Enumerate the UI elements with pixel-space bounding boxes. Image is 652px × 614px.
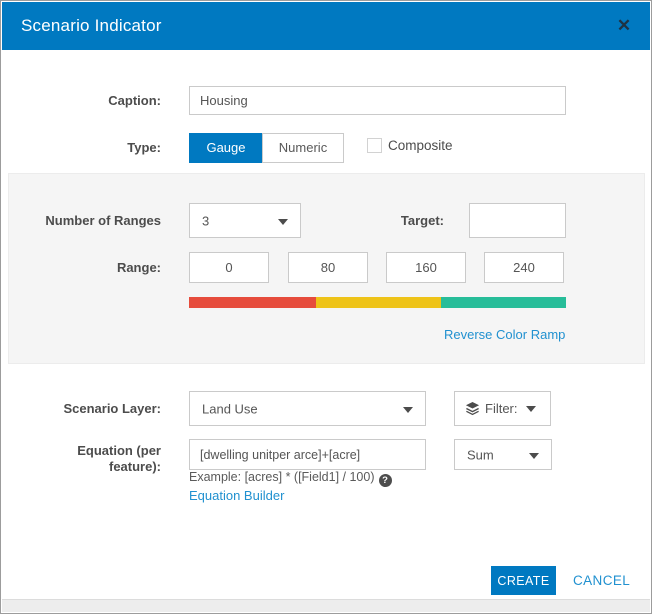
range-input-0[interactable] xyxy=(189,252,269,283)
dialog-header: Scenario Indicator ✕ xyxy=(2,2,650,50)
range-input-2[interactable] xyxy=(386,252,466,283)
equation-example-text: Example: [acres] * ([Field1] / 100) xyxy=(189,470,375,484)
ramp-segment-yellow xyxy=(316,297,441,308)
footer-strip xyxy=(2,599,650,612)
filter-button[interactable]: Filter: xyxy=(454,391,551,426)
close-icon[interactable]: ✕ xyxy=(613,16,635,36)
number-of-ranges-value: 3 xyxy=(202,213,209,228)
equation-example: Example: [acres] * ([Field1] / 100)? xyxy=(189,470,392,487)
range-input-3[interactable] xyxy=(484,252,564,283)
chevron-down-icon xyxy=(278,219,288,225)
type-label: Type: xyxy=(1,140,161,156)
target-input[interactable] xyxy=(469,203,566,238)
scenario-layer-dropdown[interactable]: Land Use xyxy=(189,391,426,426)
type-gauge-button[interactable]: Gauge xyxy=(189,133,263,163)
range-input-1[interactable] xyxy=(288,252,368,283)
aggregation-dropdown[interactable]: Sum xyxy=(454,439,552,470)
dialog-title: Scenario Indicator xyxy=(21,16,162,36)
equation-builder-link[interactable]: Equation Builder xyxy=(189,488,284,503)
type-numeric-button[interactable]: Numeric xyxy=(262,133,344,163)
number-of-ranges-label: Number of Ranges xyxy=(1,213,161,229)
create-button[interactable]: CREATE xyxy=(491,566,556,595)
scenario-layer-value: Land Use xyxy=(202,401,258,416)
help-icon[interactable]: ? xyxy=(379,474,392,487)
equation-label-line1: Equation (per xyxy=(1,443,161,459)
number-of-ranges-dropdown[interactable]: 3 xyxy=(189,203,301,238)
composite-checkbox[interactable] xyxy=(367,138,382,153)
chevron-down-icon xyxy=(403,407,413,413)
scenario-layer-label: Scenario Layer: xyxy=(1,401,161,417)
filter-label: Filter: xyxy=(485,401,518,416)
caption-input[interactable] xyxy=(189,86,566,115)
equation-label: Equation (per feature): xyxy=(1,443,161,475)
ramp-segment-teal xyxy=(441,297,566,308)
caption-label: Caption: xyxy=(1,93,161,109)
equation-label-line2: feature): xyxy=(1,459,161,475)
composite-label: Composite xyxy=(388,138,453,153)
cancel-button[interactable]: CANCEL xyxy=(573,573,630,588)
chevron-down-icon xyxy=(526,406,536,412)
equation-input[interactable] xyxy=(189,439,426,470)
range-label: Range: xyxy=(1,260,161,276)
chevron-down-icon xyxy=(529,453,539,459)
layers-icon xyxy=(465,401,480,416)
scenario-indicator-dialog: Scenario Indicator ✕ Caption: Type: Gaug… xyxy=(0,0,652,614)
target-label: Target: xyxy=(381,213,444,229)
aggregation-value: Sum xyxy=(467,447,494,462)
ramp-segment-red xyxy=(189,297,316,308)
reverse-color-ramp-link[interactable]: Reverse Color Ramp xyxy=(444,327,565,342)
